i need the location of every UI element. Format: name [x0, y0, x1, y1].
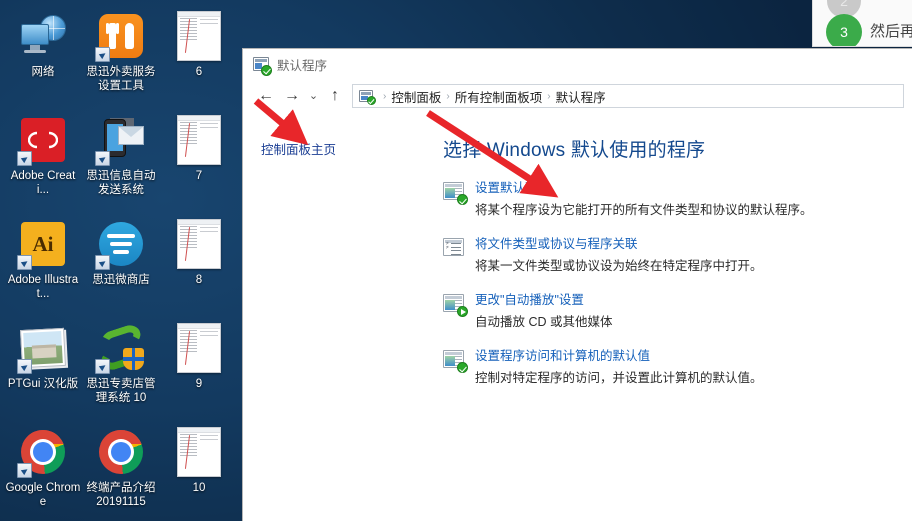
default-programs-window: 默认程序 ← → ⌄ ↑ › 控制面板 › 所有控制面板项 › 默认程序 控制面… [242, 48, 912, 521]
desktop-icon-label: 6 [195, 66, 203, 78]
main-content: 选择 Windows 默认使用的程序 设置默认程序 将某个程序设为它能打开的所有… [443, 113, 912, 521]
desktop-icon-label: 思迅信息自动发送系统 [86, 170, 156, 196]
desktop-icon-google-chrome[interactable]: Google Chrome [4, 422, 82, 521]
desktop-icon-label: Adobe Illustrat... [7, 274, 79, 300]
desktop-icon-label: 思迅微商店 [92, 274, 150, 286]
back-button[interactable]: ← [253, 83, 279, 109]
up-button[interactable]: ↑ [322, 83, 348, 109]
desktop-icon-label: Google Chrome [5, 482, 81, 508]
food-delivery-app-icon [95, 12, 145, 62]
list-item-link[interactable]: 将文件类型或协议与程序关联 [475, 236, 763, 253]
shortcut-arrow-icon [95, 255, 110, 270]
desktop-icon-label: PTGui 汉化版 [7, 378, 79, 390]
list-item-autoplay-settings[interactable]: 更改"自动播放"设置 自动播放 CD 或其他媒体 [443, 292, 892, 331]
desktop-icon-label: 9 [195, 378, 203, 390]
list-item-description: 将某个程序设为它能打开的所有文件类型和协议的默认程序。 [475, 203, 813, 217]
shortcut-arrow-icon [17, 255, 32, 270]
file-association-icon: ≠ ≠ [443, 238, 465, 258]
document-thumbnail-icon [175, 323, 223, 373]
google-chrome-icon [17, 428, 67, 478]
control-panel-home-link[interactable]: 控制面板主页 [261, 139, 443, 158]
shortcut-arrow-icon [95, 359, 110, 374]
set-default-programs-icon [443, 182, 468, 205]
desktop-icon-doc-10[interactable]: 10 [160, 422, 238, 521]
desktop-icon-doc-7[interactable]: 7 [160, 110, 238, 210]
micro-shop-icon [95, 220, 145, 270]
document-thumbnail-icon [175, 219, 223, 269]
desktop-icon-label: 10 [192, 482, 206, 494]
tutorial-overlay-panel: 2 3 然后再 [812, 0, 912, 47]
breadcrumb-separator-icon: › [547, 90, 551, 102]
desktop-icon-label: 8 [195, 274, 203, 286]
program-access-defaults-icon [443, 350, 468, 373]
list-item-description: 自动播放 CD 或其他媒体 [475, 315, 613, 329]
adobe-creative-cloud-icon [17, 116, 67, 166]
list-item-file-association[interactable]: ≠ ≠ 将文件类型或协议与程序关联 将某一文件类型或协议设为始终在特定程序中打开。 [443, 236, 892, 275]
desktop-icon-network[interactable]: 网络 [4, 6, 82, 106]
desktop-icon-doc-9[interactable]: 9 [160, 318, 238, 418]
desktop-icon-micro-shop[interactable]: 思迅微商店 [82, 214, 160, 314]
document-thumbnail-icon [175, 427, 223, 477]
shortcut-arrow-icon [17, 359, 32, 374]
shortcut-arrow-icon [17, 463, 32, 478]
list-item-program-access-defaults[interactable]: 设置程序访问和计算机的默认值 控制对特定程序的访问，并设置此计算机的默认值。 [443, 348, 892, 387]
document-thumbnail-icon [175, 115, 223, 165]
google-chrome-icon [97, 428, 145, 476]
adobe-illustrator-icon: Ai [17, 220, 67, 270]
list-item-link[interactable]: 设置程序访问和计算机的默认值 [475, 348, 763, 365]
page-title: 选择 Windows 默认使用的程序 [443, 140, 706, 161]
breadcrumb-item-control-panel[interactable]: 控制面板 [391, 87, 441, 106]
desktop-icon-sms-auto-send[interactable]: 思迅信息自动发送系统 [82, 110, 160, 210]
breadcrumb-item-default-programs[interactable]: 默认程序 [556, 87, 606, 106]
window-title: 默认程序 [277, 58, 328, 73]
desktop-icon-label: 7 [195, 170, 203, 182]
desktop-icon-label: Adobe Creati... [10, 170, 76, 196]
desktop-icon-terminal-product-intro[interactable]: 终端产品介绍 20191115 [82, 422, 160, 521]
desktop-icon-ptgui[interactable]: PTGui 汉化版 [4, 318, 82, 418]
breadcrumb[interactable]: › 控制面板 › 所有控制面板项 › 默认程序 [352, 84, 904, 108]
list-item-link[interactable]: 更改"自动播放"设置 [475, 292, 613, 309]
desktop-icon-grid: 网络 思迅外卖服务设置工具 6 Adobe Creati... 思迅信息自动发送… [0, 6, 242, 521]
window-body: 控制面板主页 选择 Windows 默认使用的程序 设置默认程序 将某个程序设为… [243, 113, 912, 521]
list-item-description: 控制对特定程序的访问，并设置此计算机的默认值。 [475, 371, 763, 385]
document-thumbnail-icon [175, 11, 223, 61]
network-icon [19, 12, 67, 60]
list-item-link[interactable]: 设置默认程序 [475, 180, 813, 197]
desktop-icon-doc-6[interactable]: 6 [160, 6, 238, 106]
recent-locations-chevron-down-icon[interactable]: ⌄ [305, 83, 322, 109]
window-titlebar: 默认程序 [243, 49, 912, 79]
sms-auto-send-icon [95, 116, 145, 166]
left-navigation-pane: 控制面板主页 [243, 113, 443, 521]
list-item-description: 将某一文件类型或协议设为始终在特定程序中打开。 [475, 259, 763, 273]
list-item-set-default-programs[interactable]: 设置默认程序 将某个程序设为它能打开的所有文件类型和协议的默认程序。 [443, 180, 892, 219]
autoplay-settings-icon [443, 294, 468, 317]
desktop: 网络 思迅外卖服务设置工具 6 Adobe Creati... 思迅信息自动发送… [0, 0, 242, 521]
desktop-icon-label: 终端产品介绍 20191115 [86, 482, 156, 508]
shortcut-arrow-icon [17, 151, 32, 166]
navigation-toolbar: ← → ⌄ ↑ › 控制面板 › 所有控制面板项 › 默认程序 [243, 79, 912, 113]
control-panel-icon [359, 89, 376, 105]
desktop-icon-food-delivery[interactable]: 思迅外卖服务设置工具 [82, 6, 160, 106]
store-management-icon [95, 322, 145, 374]
ptgui-icon [17, 324, 67, 374]
desktop-icon-label: 网络 [31, 66, 55, 78]
breadcrumb-item-all-items[interactable]: 所有控制面板项 [455, 87, 543, 106]
overlay-step-text: 然后再 [870, 23, 912, 40]
breadcrumb-separator-icon: › [383, 90, 387, 102]
desktop-icon-doc-8[interactable]: 8 [160, 214, 238, 314]
desktop-icon-label: 思迅专卖店管理系统 10 [86, 378, 156, 404]
desktop-icon-store-management[interactable]: 思迅专卖店管理系统 10 [82, 318, 160, 418]
step-badge-3[interactable]: 3 [826, 14, 862, 46]
default-programs-icon [253, 56, 272, 76]
shortcut-arrow-icon [95, 151, 110, 166]
shortcut-arrow-icon [95, 47, 110, 62]
desktop-icon-adobe-illustrator[interactable]: Ai Adobe Illustrat... [4, 214, 82, 314]
desktop-icon-label: 思迅外卖服务设置工具 [86, 66, 156, 92]
breadcrumb-separator-icon: › [446, 90, 450, 102]
desktop-icon-adobe-cc[interactable]: Adobe Creati... [4, 110, 82, 210]
forward-button[interactable]: → [279, 83, 305, 109]
